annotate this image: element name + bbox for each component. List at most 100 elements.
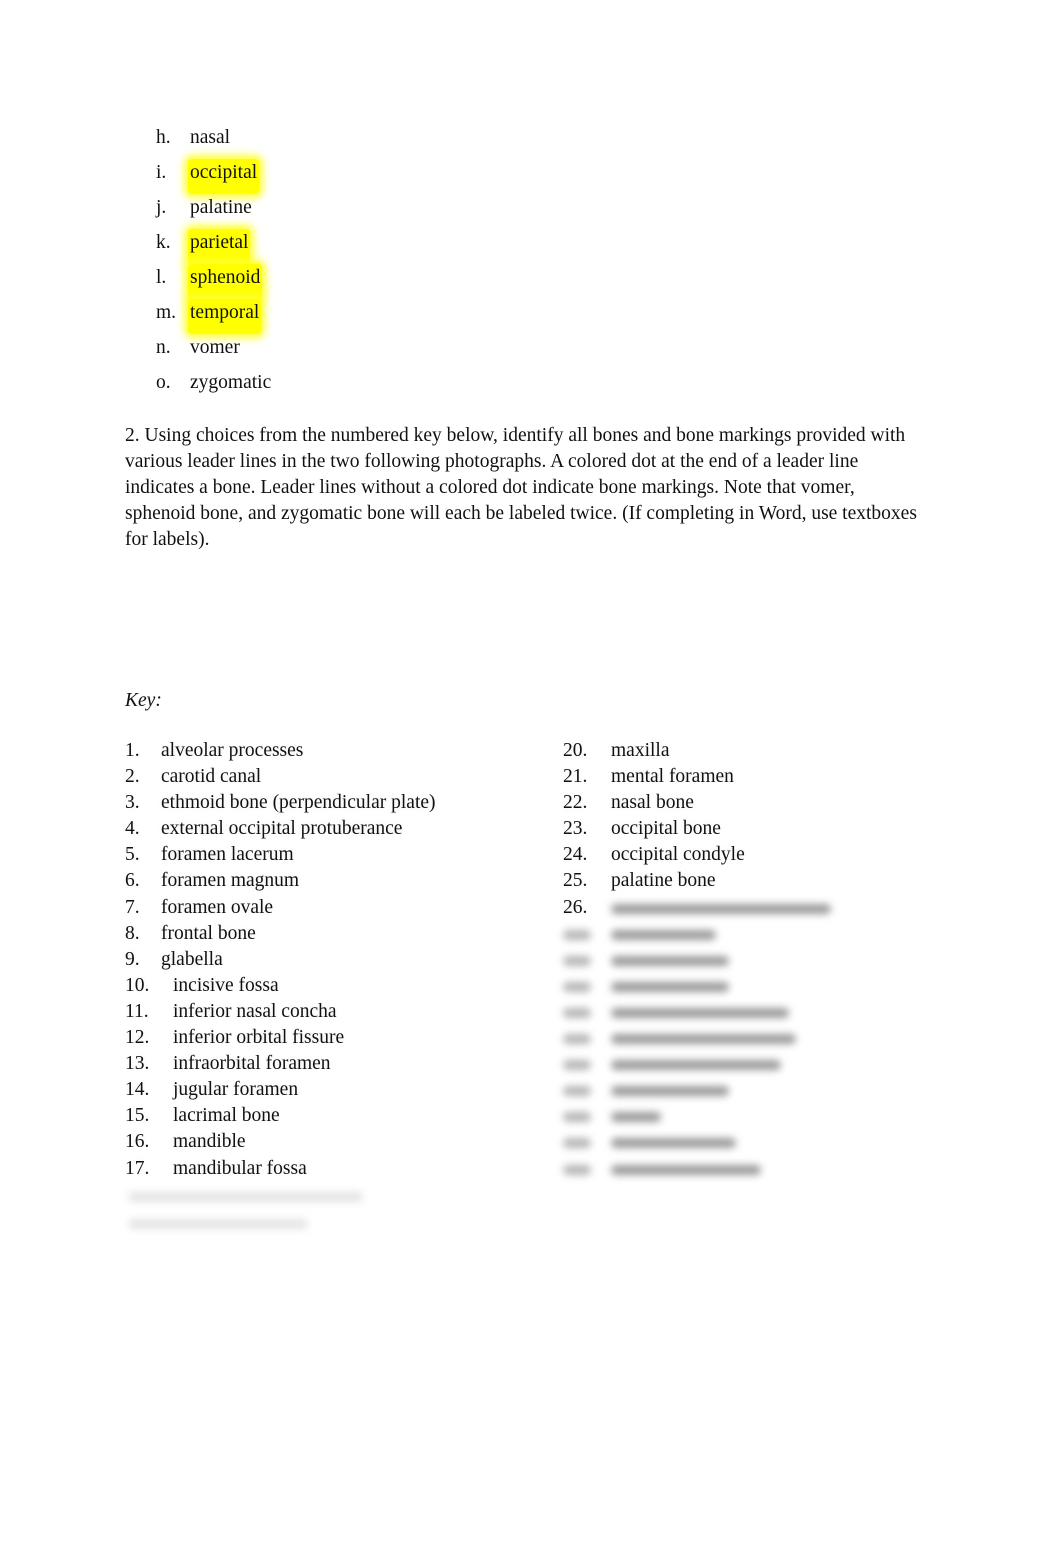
blurred-key-item: [563, 1051, 831, 1077]
blurred-key-number: [563, 1112, 591, 1123]
key-term: foramen ovale: [161, 896, 274, 918]
key-term: inferior orbital fissure: [173, 1027, 345, 1049]
key-heading: Key:: [125, 690, 162, 711]
key-term: ethmoid bone (perpendicular plate): [161, 792, 436, 814]
key-item: 25. palatine bone: [563, 868, 831, 894]
key-item: 5. foramen lacerum: [125, 842, 436, 868]
key-number: 21.: [563, 766, 588, 788]
list-marker: o.: [156, 372, 171, 393]
key-item: 7. foramen ovale: [125, 895, 436, 921]
key-number: 12.: [125, 1027, 150, 1049]
key-item: 11. inferior nasal concha: [125, 999, 436, 1025]
list-item: h. nasal: [156, 124, 273, 159]
blurred-key-term: [611, 1034, 796, 1045]
list-item: l. sphenoid: [156, 264, 273, 299]
list-text: vomer: [190, 337, 240, 358]
list-item: k. parietal: [156, 229, 273, 264]
key-term: palatine bone: [611, 870, 716, 892]
key-number: 23.: [563, 818, 588, 840]
key-term: foramen magnum: [161, 870, 300, 892]
key-number: 16.: [125, 1131, 150, 1153]
key-list-left: 1. alveolar processes 2. carotid canal 3. eth…: [125, 738, 436, 1182]
blurred-key-term: [611, 929, 716, 940]
key-term: mental foramen: [611, 766, 734, 788]
blurred-key-item: [563, 1077, 831, 1103]
blurred-key-number: [563, 1060, 591, 1071]
key-item: 12. inferior orbital fissure: [125, 1025, 436, 1051]
key-number: 4.: [125, 818, 140, 840]
list-marker: h.: [156, 127, 171, 148]
key-term: frontal bone: [161, 922, 256, 944]
blurred-key-term: [611, 1112, 661, 1123]
key-term: mandible: [173, 1131, 246, 1153]
key-term: glabella: [161, 948, 223, 970]
key-item: 14. jugular foramen: [125, 1077, 436, 1103]
key-item: 21. mental foramen: [563, 764, 831, 790]
key-term: carotid canal: [161, 766, 262, 788]
key-number: 26.: [563, 896, 588, 918]
blurred-key-term: [611, 1138, 736, 1149]
key-number: 15.: [125, 1105, 150, 1127]
key-number: 13.: [125, 1053, 150, 1075]
instructions-paragraph: 2. Using choices from the numbered key b…: [125, 424, 917, 550]
blurred-text-line: [128, 1219, 308, 1229]
blurred-key-number: [563, 1007, 591, 1018]
key-term: jugular foramen: [173, 1079, 299, 1101]
blurred-key-term: [611, 903, 831, 914]
key-number: 2.: [125, 766, 140, 788]
key-number: 10.: [125, 974, 150, 996]
blurred-key-item: [563, 1025, 831, 1051]
key-item: 16. mandible: [125, 1129, 436, 1155]
blurred-key-number: [563, 1034, 591, 1045]
key-item: 24. occipital condyle: [563, 842, 831, 868]
blurred-key-number: [563, 1138, 591, 1149]
key-term: external occipital protuberance: [161, 818, 403, 840]
blurred-key-item: [563, 999, 831, 1025]
key-number: 25.: [563, 870, 588, 892]
key-number: 6.: [125, 870, 140, 892]
key-term: maxilla: [611, 740, 670, 761]
key-item: 9. glabella: [125, 947, 436, 973]
key-item: 3. ethmoid bone (perpendicular plate): [125, 790, 436, 816]
blurred-key-number: [563, 929, 591, 940]
list-item: m. temporal: [156, 299, 273, 334]
list-marker: m.: [156, 302, 177, 323]
blurred-key-item: [563, 973, 831, 999]
key-item: 1. alveolar processes: [125, 738, 436, 764]
blurred-key-item: [563, 1156, 831, 1182]
key-number: 20.: [563, 740, 588, 761]
key-number: 17.: [125, 1157, 150, 1179]
key-item: 10. incisive fossa: [125, 973, 436, 999]
key-number: 3.: [125, 792, 140, 814]
key-number: 8.: [125, 922, 140, 944]
key-term: mandibular fossa: [173, 1157, 307, 1179]
key-number: 22.: [563, 792, 588, 814]
list-item: n. vomer: [156, 334, 273, 369]
key-item: 15. lacrimal bone: [125, 1103, 436, 1129]
key-term: lacrimal bone: [173, 1105, 280, 1127]
key-item: 22. nasal bone: [563, 790, 831, 816]
list-marker: n.: [156, 337, 171, 358]
list-text: zygomatic: [190, 372, 272, 393]
key-number: 5.: [125, 844, 140, 866]
key-item: 26.: [563, 895, 831, 921]
blurred-key-term: [611, 1086, 729, 1097]
key-number: 14.: [125, 1079, 150, 1101]
key-number: 24.: [563, 844, 588, 866]
key-item: 17. mandibular fossa: [125, 1156, 436, 1182]
blurred-key-number: [563, 1086, 591, 1097]
key-item: 6. foramen magnum: [125, 868, 436, 894]
blurred-key-item: [563, 921, 831, 947]
list-item: j. palatine: [156, 194, 273, 229]
blurred-key-item: [563, 1129, 831, 1155]
blurred-key-term: [611, 1007, 789, 1018]
key-number: 11.: [125, 1000, 149, 1022]
blurred-key-item: [563, 947, 831, 973]
key-item: 13. infraorbital foramen: [125, 1051, 436, 1077]
key-term: occipital condyle: [611, 844, 745, 866]
key-term: occipital bone: [611, 818, 721, 840]
key-item: 23. occipital bone: [563, 816, 831, 842]
list-marker: k.: [156, 232, 171, 253]
blurred-key-term: [611, 981, 729, 992]
blurred-key-number: [563, 981, 591, 992]
